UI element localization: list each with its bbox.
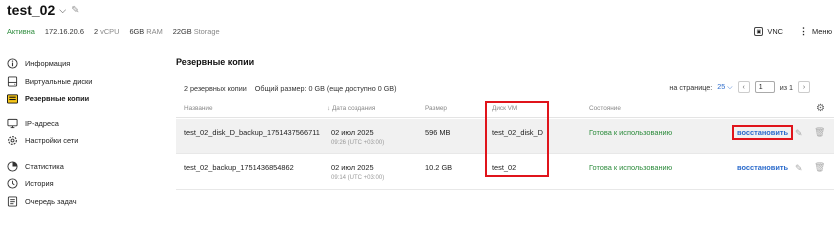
menu-label: Меню [812, 27, 832, 36]
backup-count: 2 резервных копии [184, 84, 247, 93]
monitor-icon: ▣ [754, 27, 764, 36]
sidebar-item-info[interactable]: Информация [7, 58, 70, 69]
per-page-label: на странице: [669, 82, 713, 92]
vnc-label: VNC [767, 27, 784, 36]
next-page-button[interactable]: › [798, 81, 810, 93]
backup-total-size: Общий размер: 0 GB (еще доступно 0 GB) [254, 84, 397, 93]
sidebar-item-disks[interactable]: Виртуальные диски [7, 76, 92, 87]
trash-icon[interactable]: 🗑 [814, 162, 825, 173]
ip-icon [7, 118, 18, 129]
vnc-button[interactable]: ▣ VNC [754, 27, 783, 36]
sidebar-item-stats[interactable]: Статистика [7, 161, 64, 172]
per-page-select[interactable]: 25 ⌵ [717, 82, 732, 92]
disk-column-highlight [485, 101, 549, 177]
vm-meta: Активна 172.16.20.6 2 vCPU 6GB RAM 22GB … [7, 27, 220, 36]
pencil-icon[interactable]: ✎ [71, 5, 79, 16]
sidebar-item-label: Информация [25, 59, 71, 68]
chevron-down-icon[interactable]: ⌵ [59, 5, 66, 16]
task-queue-icon [7, 196, 18, 207]
sidebar-item-ip[interactable]: IP-адреса [7, 118, 59, 129]
kebab-icon: ⋮ [799, 26, 809, 36]
vm-title-row: test_02 ⌵ ✎ [7, 2, 79, 18]
storage-info: 22GB Storage [172, 27, 220, 36]
restore-button[interactable]: восстановить [734, 162, 791, 173]
page-title: Резервные копии [176, 57, 255, 67]
sidebar-item-label: IP-адреса [25, 119, 59, 128]
top-actions: ▣ VNC ⋮ Меню [754, 26, 832, 37]
backup-time: 09:26 (UTC +03:00) [331, 140, 385, 146]
sidebar-item-label: Настройки сети [25, 136, 79, 145]
info-icon [7, 58, 18, 69]
col-date[interactable]: ↓ Дата создания [327, 105, 375, 112]
sidebar-item-label: Виртуальные диски [25, 77, 93, 86]
backup-state: Готова к использованию [589, 128, 673, 137]
history-icon [7, 178, 18, 189]
backup-icon [7, 93, 18, 104]
prev-page-button[interactable]: ‹ [737, 81, 750, 93]
page-input[interactable] [754, 81, 775, 93]
backup-state: Готова к использованию [589, 163, 673, 172]
sidebar-item-tasks[interactable]: Очередь задач [7, 196, 77, 207]
vcpu-info: 2 vCPU [93, 27, 120, 36]
trash-icon[interactable]: 🗑 [814, 127, 825, 138]
sidebar-item-label: Резервные копии [25, 94, 90, 103]
vm-name[interactable]: test_02 [7, 2, 55, 18]
stats-icon [7, 161, 18, 172]
pencil-icon[interactable]: ✎ [795, 163, 803, 174]
col-state[interactable]: Состояние [589, 105, 621, 112]
col-name[interactable]: Название [184, 105, 213, 112]
sidebar-item-label: История [25, 179, 54, 188]
page-total: из 1 [779, 82, 793, 92]
gear-icon[interactable]: ⚙ [816, 103, 825, 114]
sidebar-item-network[interactable]: Настройки сети [7, 135, 78, 146]
restore-button[interactable]: восстановить [732, 125, 794, 140]
pagination: на странице: 25 ⌵ ‹ из 1 › [669, 81, 810, 93]
pencil-icon[interactable]: ✎ [795, 128, 803, 139]
backup-summary: 2 резервных копии Общий размер: 0 GB (ещ… [184, 84, 397, 93]
backup-date: 02 июл 2025 [331, 128, 374, 137]
ip-address: 172.16.20.6 [44, 27, 84, 36]
backup-size: 10.2 GB [425, 163, 453, 172]
status-badge: Активна [7, 27, 35, 36]
network-settings-icon [7, 135, 18, 146]
backup-name: test_02_backup_1751436854862 [184, 163, 294, 172]
menu-button[interactable]: ⋮ Меню [799, 26, 832, 37]
backup-date: 02 июл 2025 [331, 163, 374, 172]
sidebar-item-history[interactable]: История [7, 178, 54, 189]
sidebar-item-backups[interactable]: Резервные копии [7, 93, 89, 104]
backup-time: 09:14 (UTC +03:00) [331, 175, 385, 181]
backup-size: 596 MB [425, 128, 451, 137]
sidebar-item-label: Очередь задач [25, 197, 77, 206]
ram-info: 6GB RAM [129, 27, 163, 36]
col-size[interactable]: Размер [425, 105, 447, 112]
disk-icon [7, 76, 18, 87]
backup-name: test_02_disk_D_backup_1751437566711 [184, 128, 320, 137]
sidebar-item-label: Статистика [25, 162, 64, 171]
